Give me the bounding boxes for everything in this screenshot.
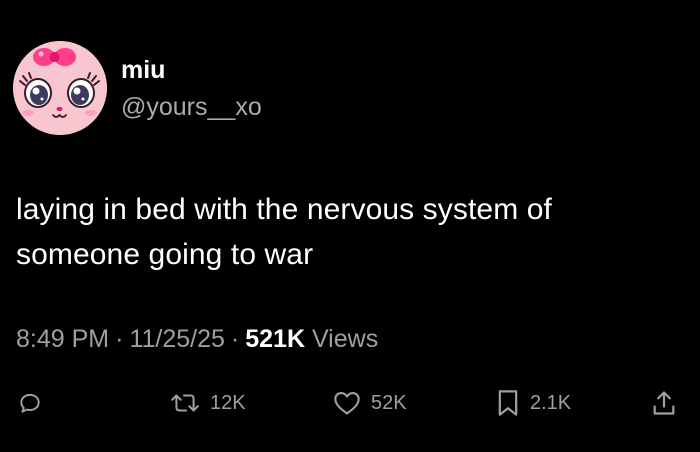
tweet-time[interactable]: 8:49 PM [16,325,109,353]
meta-separator: · [115,325,124,353]
action-bar: 12K 52K 2.1K [0,383,700,423]
pink-cat-face-with-bow-icon [13,41,107,135]
tweet-date[interactable]: 11/25/25 [129,325,224,353]
meta-separator: · [230,325,240,353]
tweet-card: miu @yours__xo laying in bed with the ne… [0,0,700,452]
display-name[interactable]: miu [121,55,165,85]
like-button[interactable]: 52K [333,383,407,423]
heart-icon [334,392,360,415]
tweet-meta: 8:49 PM · 11/25/25 · 521K Views [16,322,378,356]
tweet-text: laying in bed with the nervous system of… [16,193,552,271]
bookmark-button[interactable]: 2.1K [496,383,571,423]
share-upload-icon [653,391,675,415]
bookmark-icon [498,390,518,416]
reply-button[interactable] [17,383,43,423]
share-button[interactable] [652,383,676,423]
reply-bubble-icon [20,393,40,413]
retweet-icon [171,394,199,412]
like-count: 52K [371,391,407,414]
user-handle[interactable]: @yours__xo [121,92,262,122]
retweet-button[interactable]: 12K [170,383,246,423]
views-count: 521K [245,325,305,353]
bookmark-count: 2.1K [530,391,572,414]
views-label: Views [311,325,379,353]
retweet-count: 12K [210,391,246,414]
avatar[interactable] [13,41,107,135]
